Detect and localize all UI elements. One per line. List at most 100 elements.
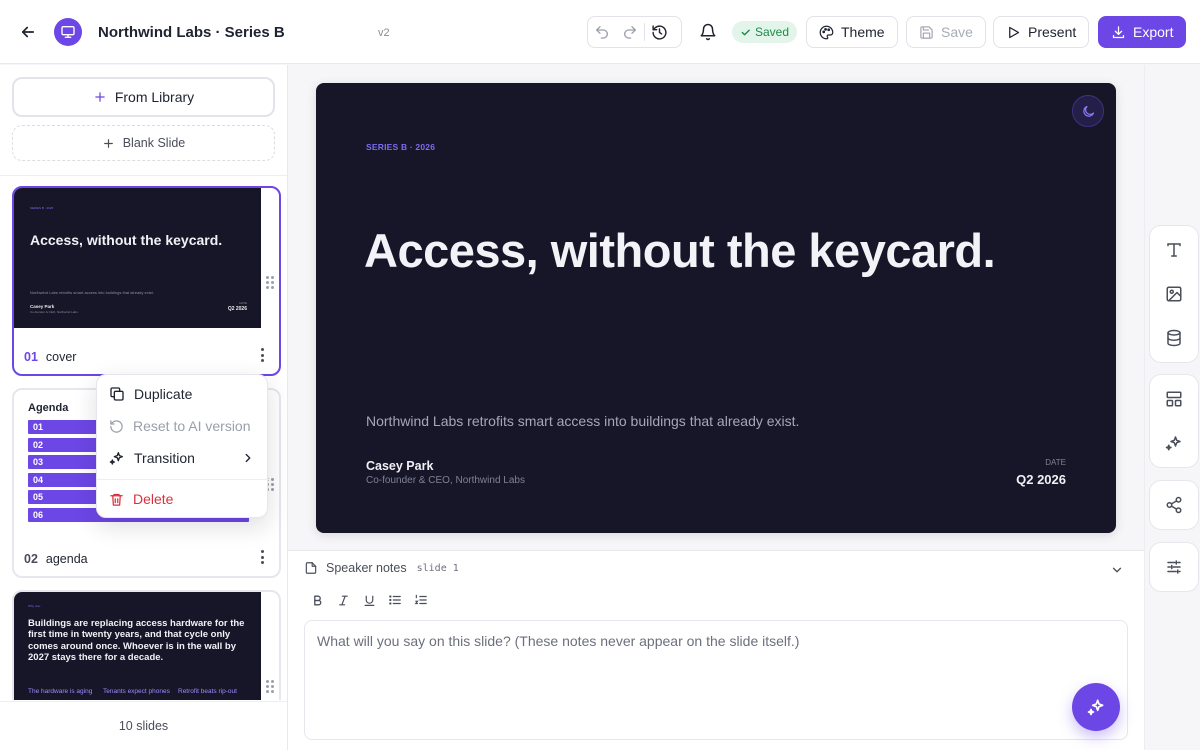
back-arrow-icon[interactable] xyxy=(16,20,40,44)
slide-card-footer: 01 cover xyxy=(24,350,76,364)
present-button[interactable]: Present xyxy=(993,16,1090,48)
drag-handle-icon[interactable] xyxy=(266,680,274,693)
notes-format-toolbar xyxy=(308,591,430,609)
slide-kicker[interactable]: SERIES B · 2026 xyxy=(366,142,435,152)
menu-item-transition[interactable]: Transition xyxy=(97,443,269,473)
plus-icon xyxy=(103,138,113,148)
slide-subtitle[interactable]: Northwind Labs retrofits smart access in… xyxy=(366,413,799,429)
undo-icon[interactable] xyxy=(588,17,616,47)
slide-card-footer: 02 agenda xyxy=(24,552,88,566)
speaker-notes-label: Speaker notes xyxy=(326,561,407,575)
slide-thumbnail[interactable]: SERIES B · 2026 Access, without the keyc… xyxy=(14,188,261,328)
sparkles-icon[interactable] xyxy=(1150,421,1198,465)
thumb-date: Q2 2026 xyxy=(227,306,247,312)
history-icon[interactable] xyxy=(645,17,673,47)
speaker-notes-header: Speaker notes slide 1 xyxy=(304,561,459,575)
presenter-name[interactable]: Casey Park xyxy=(366,459,433,473)
document-title[interactable]: Northwind Labs · Series B xyxy=(98,24,285,41)
bullet-list-icon[interactable] xyxy=(386,591,404,609)
bold-icon[interactable] xyxy=(308,591,326,609)
slides-count: 10 slides xyxy=(0,701,287,750)
saved-label: Saved xyxy=(755,25,790,39)
slide-name: agenda xyxy=(45,552,88,566)
chevron-right-icon xyxy=(245,453,251,463)
menu-label: Delete xyxy=(133,491,174,507)
blank-slide-label: Blank Slide xyxy=(122,136,186,150)
present-label: Present xyxy=(1028,24,1077,40)
from-library-label: From Library xyxy=(114,89,195,105)
slide-thumbnail[interactable]: Why now Buildings are replacing access h… xyxy=(14,592,261,700)
more-options-icon[interactable] xyxy=(261,550,265,564)
slide-context-menu: Duplicate Reset to AI version Transition… xyxy=(96,374,269,518)
menu-item-delete[interactable]: Delete xyxy=(97,484,269,514)
from-library-button[interactable]: From Library xyxy=(12,77,275,117)
history-controls xyxy=(587,16,682,48)
tools-rail xyxy=(1144,65,1200,750)
export-label: Export xyxy=(1133,24,1174,40)
slide-name: cover xyxy=(45,350,77,364)
presentation-logo-icon xyxy=(54,18,82,46)
layout-icon[interactable] xyxy=(1150,377,1198,421)
speaker-notes-input[interactable] xyxy=(304,620,1128,740)
thumb-presenter-name: Casey Park xyxy=(30,304,55,309)
sparkles-icon xyxy=(1087,699,1104,716)
menu-label: Duplicate xyxy=(134,386,193,402)
slide-reference: slide 1 xyxy=(416,562,459,574)
theme-button[interactable]: Theme xyxy=(806,16,898,48)
thumb-kicker: Why now xyxy=(28,604,41,608)
save-label: Save xyxy=(941,24,973,40)
presenter-role[interactable]: Co-founder & CEO, Northwind Labs xyxy=(366,475,525,486)
text-tool-icon[interactable] xyxy=(1150,228,1198,272)
thumb-subtitle: Northwind Labs retrofits smart access in… xyxy=(30,290,154,295)
chevron-down-icon[interactable] xyxy=(1110,563,1124,577)
more-options-icon[interactable] xyxy=(261,348,265,362)
drag-handle-icon[interactable] xyxy=(266,276,274,289)
underline-icon[interactable] xyxy=(360,591,378,609)
sparkles-icon xyxy=(109,452,123,465)
moon-icon[interactable] xyxy=(1072,95,1104,127)
thumb-title: Access, without the keycard. xyxy=(30,232,223,248)
copy-icon xyxy=(110,387,124,401)
check-icon xyxy=(741,29,750,35)
slide-number: 01 xyxy=(24,350,38,364)
saved-status-badge: Saved xyxy=(732,21,798,43)
slide-card-03[interactable]: Why now Buildings are replacing access h… xyxy=(12,590,281,700)
thumb-title: Buildings are replacing access hardware … xyxy=(28,618,245,664)
thumb-title: Agenda xyxy=(28,402,69,414)
export-button[interactable]: Export xyxy=(1098,16,1187,48)
bell-icon[interactable] xyxy=(696,20,720,44)
thumb-column-heading: Tenants expect phones xyxy=(103,688,170,695)
numbered-list-icon[interactable] xyxy=(412,591,430,609)
slide-card-01[interactable]: SERIES B · 2026 Access, without the keyc… xyxy=(12,186,281,376)
redo-icon[interactable] xyxy=(616,17,644,47)
slide-date[interactable]: Q2 2026 xyxy=(1016,472,1066,487)
data-tool-icon[interactable] xyxy=(1150,316,1198,360)
italic-icon[interactable] xyxy=(334,591,352,609)
thumb-column-heading: The hardware is aging xyxy=(28,688,93,695)
blank-slide-button[interactable]: Blank Slide xyxy=(12,125,275,161)
palette-icon xyxy=(819,25,834,39)
date-label[interactable]: DATE xyxy=(1045,458,1066,467)
speaker-notes-panel: Speaker notes slide 1 xyxy=(288,550,1144,750)
settings-tools-group xyxy=(1149,542,1199,592)
image-tool-icon[interactable] xyxy=(1150,272,1198,316)
thumb-presenter-role: Co-founder & CEO, Northwind Labs xyxy=(30,310,78,314)
menu-label: Reset to AI version xyxy=(133,418,251,434)
insert-tools-group xyxy=(1149,225,1199,363)
menu-label: Transition xyxy=(134,450,195,466)
menu-item-reset-ai[interactable]: Reset to AI version xyxy=(97,411,269,441)
download-icon xyxy=(1112,25,1125,38)
save-button[interactable]: Save xyxy=(906,16,986,48)
thumb-column-heading: Retrofit beats rip-out xyxy=(178,688,237,695)
ai-assist-button[interactable] xyxy=(1072,683,1120,731)
slide-canvas[interactable]: SERIES B · 2026 Access, without the keyc… xyxy=(316,83,1116,533)
save-disk-icon xyxy=(920,25,933,39)
slide-title[interactable]: Access, without the keycard. xyxy=(364,223,996,278)
share-tools-group xyxy=(1149,480,1199,530)
theme-label: Theme xyxy=(841,24,885,40)
trash-icon xyxy=(110,493,123,506)
sliders-icon[interactable] xyxy=(1150,545,1198,589)
top-bar: Northwind Labs · Series B v2 Saved Theme… xyxy=(0,0,1200,64)
menu-item-duplicate[interactable]: Duplicate xyxy=(97,379,269,409)
share-icon[interactable] xyxy=(1150,483,1198,527)
